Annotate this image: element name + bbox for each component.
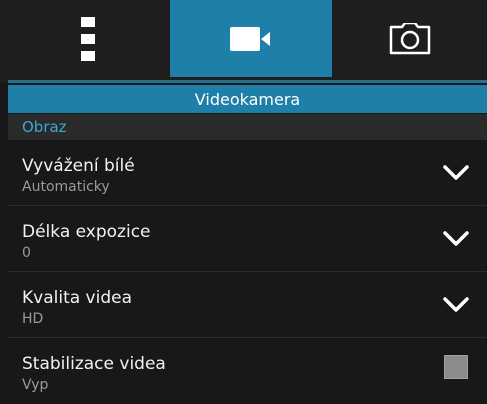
setting-exposure[interactable]: Délka expozice 0	[8, 206, 487, 272]
stabilization-checkbox[interactable]	[444, 355, 468, 379]
video-camera-icon	[230, 26, 270, 51]
setting-stabilization[interactable]: Stabilizace videa Vyp	[8, 338, 487, 404]
chevron-down-icon[interactable]	[443, 296, 469, 314]
page-title: Videokamera	[8, 85, 487, 113]
camera-icon	[389, 22, 430, 54]
chevron-down-icon[interactable]	[443, 230, 469, 248]
setting-white-balance[interactable]: Vyvážení bílé Automaticky	[8, 140, 487, 206]
tab-underline	[8, 80, 487, 83]
tab-menu[interactable]	[8, 0, 168, 77]
settings-list: Vyvážení bílé Automaticky Délka expozice…	[8, 140, 487, 404]
setting-title: Kvalita videa	[22, 288, 133, 308]
setting-value: 0	[22, 245, 31, 261]
section-header: Obraz	[8, 114, 487, 140]
chevron-down-icon[interactable]	[443, 164, 469, 182]
tab-photo[interactable]	[332, 0, 487, 77]
setting-title: Stabilizace videa	[22, 354, 166, 374]
camera-mode-tabbar	[0, 0, 487, 83]
setting-video-quality[interactable]: Kvalita videa HD	[8, 272, 487, 338]
setting-title: Délka expozice	[22, 222, 151, 242]
tab-video[interactable]	[170, 0, 332, 77]
menu-vertical-icon	[81, 16, 95, 61]
setting-value: Vyp	[22, 377, 49, 393]
setting-value: HD	[22, 311, 44, 327]
setting-title: Vyvážení bílé	[22, 156, 135, 176]
setting-value: Automaticky	[22, 179, 110, 195]
